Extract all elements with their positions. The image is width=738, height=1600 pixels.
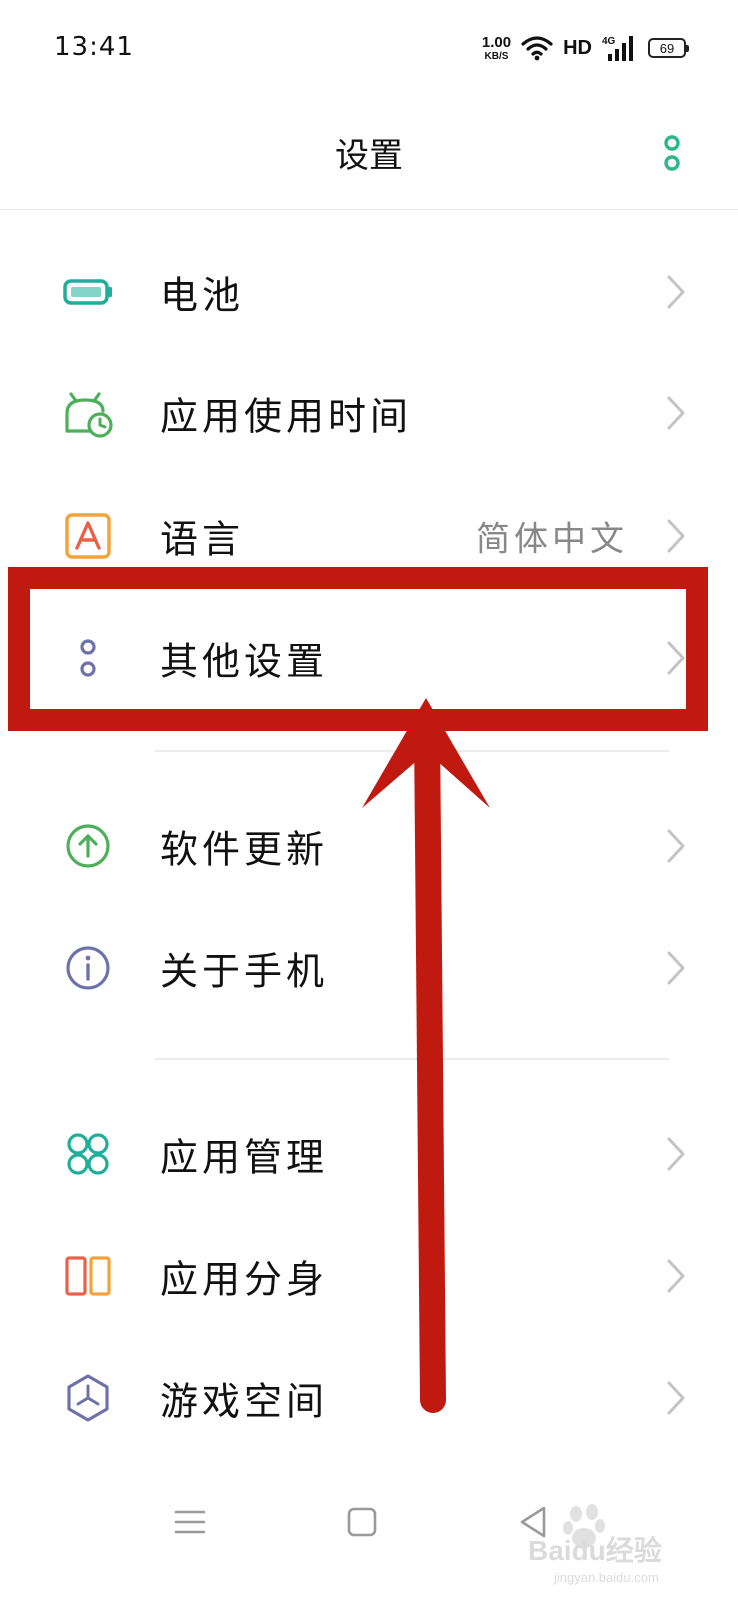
hd-indicator: HD <box>563 36 592 59</box>
app-management-icon <box>67 1133 109 1175</box>
settings-item-other-settings[interactable]: 其他设置 <box>0 598 738 718</box>
more-vertical-icon <box>664 135 680 171</box>
header: 设置 <box>0 100 738 210</box>
wifi-icon <box>521 36 553 61</box>
signal-icon: 4G <box>602 36 633 61</box>
network-speed-value: 1.00 <box>481 33 512 51</box>
page-title: 设置 <box>335 136 403 176</box>
battery-icon <box>63 279 112 305</box>
app-usage-clock-icon <box>65 392 113 438</box>
settings-item-value: 简体中文 <box>476 519 628 560</box>
chevron-right-icon <box>667 1259 685 1293</box>
home-button[interactable] <box>340 1500 384 1544</box>
chevron-right-icon <box>667 829 685 863</box>
settings-item-label: 游戏空间 <box>160 1379 329 1424</box>
settings-item-software-update[interactable]: 软件更新 <box>0 786 738 906</box>
settings-item-game-space[interactable]: 游戏空间 <box>0 1338 738 1458</box>
more-options-button[interactable] <box>662 134 682 174</box>
settings-item-battery[interactable]: 电池 <box>0 232 738 352</box>
chevron-right-icon <box>667 641 685 675</box>
settings-item-label: 其他设置 <box>160 639 329 684</box>
game-space-icon <box>67 1374 109 1422</box>
settings-item-label: 应用管理 <box>160 1135 329 1180</box>
settings-item-label: 软件更新 <box>160 827 329 872</box>
chevron-right-icon <box>667 396 685 430</box>
language-icon <box>65 513 111 559</box>
software-update-icon <box>66 824 110 868</box>
settings-item-about-phone[interactable]: 关于手机 <box>0 908 738 1028</box>
chevron-right-icon <box>667 1381 685 1415</box>
status-bar: 13:41 1.00 KB/S HD 4G 69 <box>0 0 738 100</box>
other-settings-icon <box>80 639 96 677</box>
section-divider <box>155 1058 669 1060</box>
network-type: 4G <box>602 36 616 47</box>
battery-level: 69 <box>659 40 675 56</box>
app-clone-icon <box>65 1256 111 1296</box>
menu-icon <box>174 1510 206 1534</box>
section-divider <box>155 750 669 752</box>
settings-item-language[interactable]: 语言 简体中文 <box>0 476 738 596</box>
network-speed: 1.00 KB/S <box>482 35 511 62</box>
chevron-right-icon <box>667 519 685 553</box>
recent-apps-button[interactable] <box>168 1500 212 1544</box>
battery-indicator: 69 <box>648 38 689 58</box>
chevron-right-icon <box>667 1137 685 1171</box>
settings-item-label: 电池 <box>160 273 245 318</box>
status-time: 13:41 <box>54 32 134 62</box>
home-icon <box>347 1507 377 1537</box>
chevron-right-icon <box>667 951 685 985</box>
settings-item-app-usage-time[interactable]: 应用使用时间 <box>0 353 738 473</box>
back-button[interactable] <box>512 1500 556 1544</box>
settings-item-label: 语言 <box>160 517 245 562</box>
network-speed-unit: KB/S <box>484 50 509 62</box>
chevron-right-icon <box>667 275 685 309</box>
settings-item-app-clone[interactable]: 应用分身 <box>0 1216 738 1336</box>
navigation-bar <box>0 1470 738 1600</box>
status-indicators: 1.00 KB/S HD 4G 69 <box>482 30 689 66</box>
settings-item-label: 应用分身 <box>160 1257 329 1302</box>
settings-item-app-management[interactable]: 应用管理 <box>0 1094 738 1214</box>
settings-item-label: 应用使用时间 <box>160 394 413 439</box>
info-icon <box>66 946 110 990</box>
settings-item-label: 关于手机 <box>160 949 329 994</box>
back-icon <box>520 1506 546 1538</box>
